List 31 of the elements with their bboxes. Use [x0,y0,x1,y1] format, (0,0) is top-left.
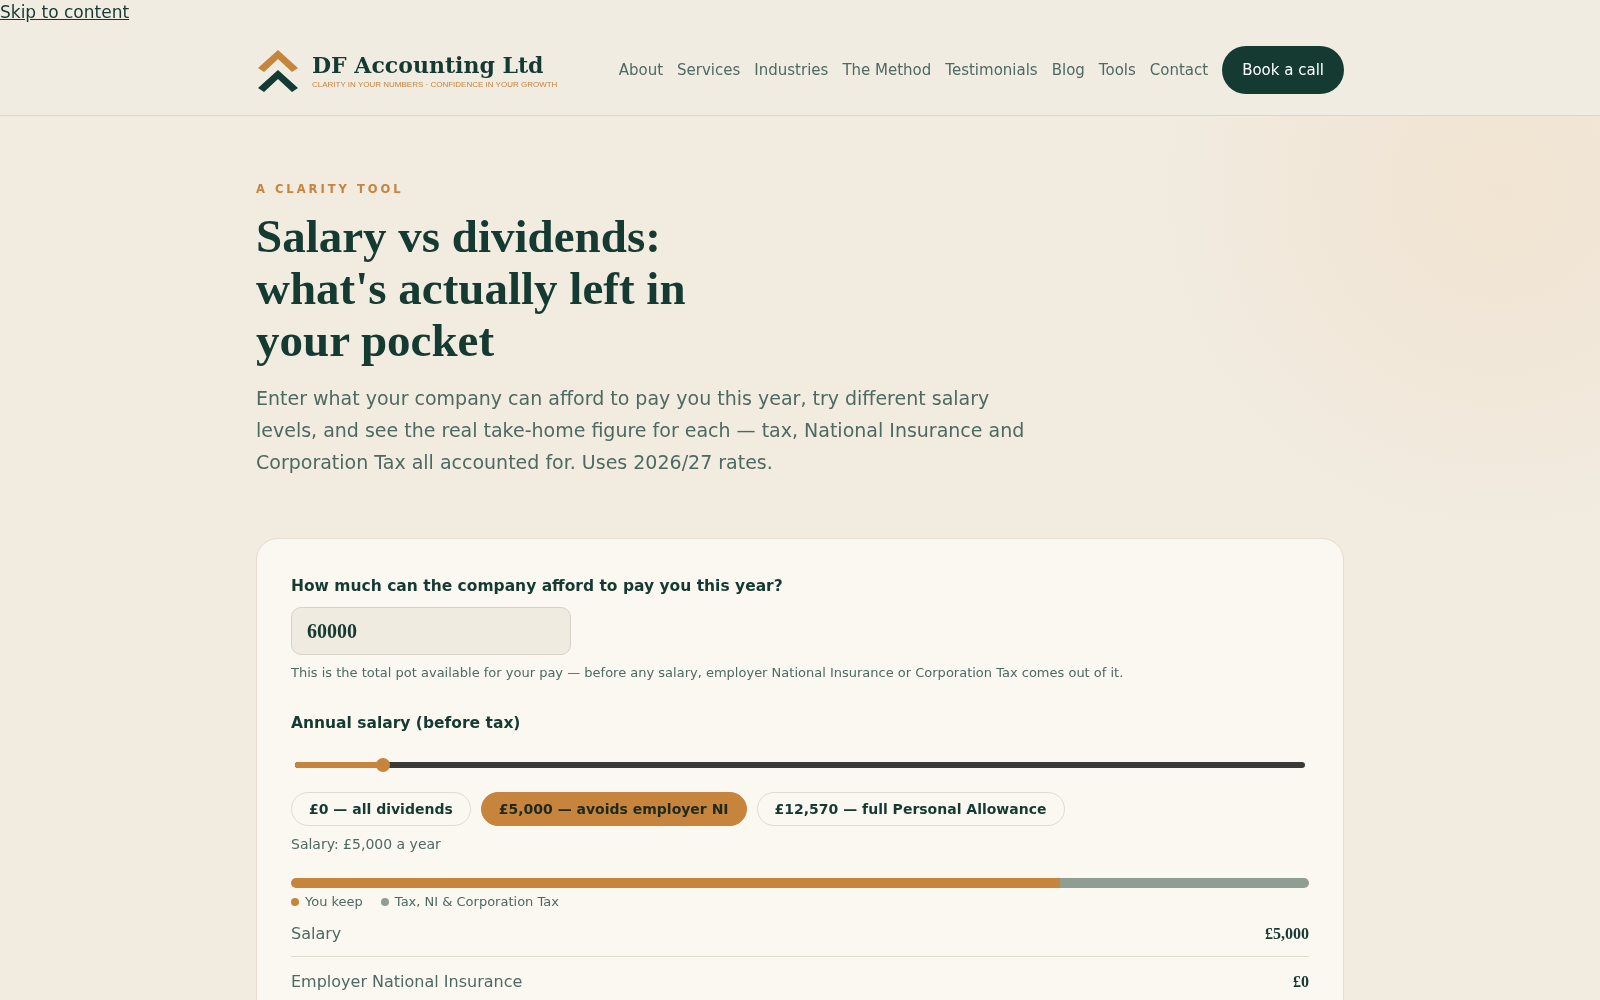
slider-thumb[interactable] [375,758,390,772]
preset-button[interactable]: £0 — all dividends [291,792,471,826]
row-label: Employer National Insurance [291,972,523,991]
nav-link[interactable]: Blog [1051,61,1085,79]
chevron-logo-icon [256,48,300,92]
pot-input-field[interactable]: 60000 [291,607,571,655]
field-label: How much can the company afford to pay you this year? [291,577,784,595]
preset-button[interactable]: £5,000 — avoids employer NI [480,792,747,826]
page-title: Salary vs dividends: what's actually left in your pocket [256,210,687,366]
nav-link[interactable]: Industries [754,61,829,79]
nav-link[interactable]: Testimonials [945,61,1038,79]
row-label: Salary [291,924,342,943]
eyebrow-label: A CLARITY TOOL [256,182,405,196]
help-text: This is the total pot available for your pay — before any salary, employer National Insurance or Corporation Tax comes out of it. [291,665,1125,680]
legend-label: You keep [305,894,363,909]
brand-tagline: CLARITY IN YOUR NUMBERS · CONFIDENCE IN YOUR GROWTH [312,79,558,89]
legend-label: Tax, NI & Corporation Tax [394,894,559,909]
row-value: £0 [1293,972,1309,991]
nav-link[interactable]: Tools [1098,61,1136,79]
brand-name: DF Accounting Ltd [312,51,545,78]
salary-readout: Salary: £5,000 a year [291,836,442,852]
nav-link[interactable]: About [618,61,664,79]
nav-link[interactable]: The Method [842,61,932,79]
skip-link[interactable]: Skip to content [0,2,130,22]
intro-paragraph: Enter what your company can afford to pay you this year, try different salary levels, and see the real take-home figure for each — tax, National Insurance and Corporation Tax all accounted for. Uses 2026/27 rates. [256,386,1026,475]
nav-link[interactable]: Services [677,61,741,79]
preset-button[interactable]: £12,570 — full Personal Allowance [756,792,1065,826]
nav-link[interactable]: Contact [1149,61,1209,79]
row-value: £5,000 [1265,924,1309,943]
book-call-button[interactable]: Book a call [1222,46,1344,94]
field-label: Annual salary (before tax) [291,714,522,732]
